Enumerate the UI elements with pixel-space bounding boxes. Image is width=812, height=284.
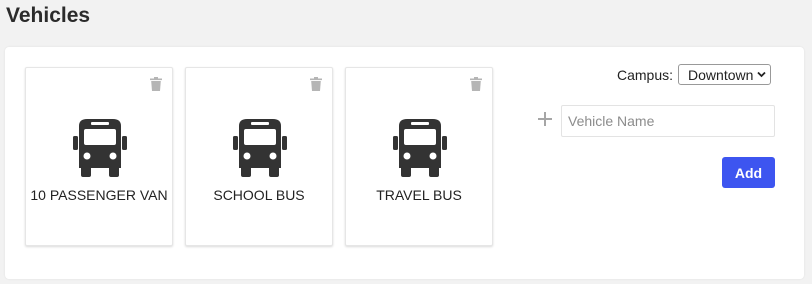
vehicle-name-input[interactable] <box>561 105 775 137</box>
vehicle-name: SCHOOL BUS <box>213 187 305 203</box>
vehicles-panel: 10 PASSENGER VAN SCHOOL BUS TRAVEL BUS C… <box>5 47 804 279</box>
campus-filter: Campus: Downtown <box>617 64 772 85</box>
plus-icon[interactable] <box>537 111 553 127</box>
add-button[interactable]: Add <box>722 157 775 188</box>
bus-icon <box>393 119 447 177</box>
campus-select[interactable]: Downtown <box>678 64 772 85</box>
trash-icon[interactable] <box>310 77 322 91</box>
vehicle-card[interactable]: TRAVEL BUS <box>345 67 493 246</box>
trash-icon[interactable] <box>470 77 482 91</box>
trash-icon[interactable] <box>150 77 162 91</box>
page-title: Vehicles <box>6 4 91 27</box>
campus-selected-value: Downtown <box>688 66 754 83</box>
vehicle-card[interactable]: 10 PASSENGER VAN <box>25 67 173 246</box>
vehicle-name: 10 PASSENGER VAN <box>30 187 168 203</box>
bus-icon <box>73 119 127 177</box>
campus-label: Campus: <box>617 66 674 83</box>
chevron-down-icon <box>757 71 766 78</box>
vehicle-name: TRAVEL BUS <box>376 187 462 203</box>
bus-icon <box>233 119 287 177</box>
vehicle-card[interactable]: SCHOOL BUS <box>185 67 333 246</box>
